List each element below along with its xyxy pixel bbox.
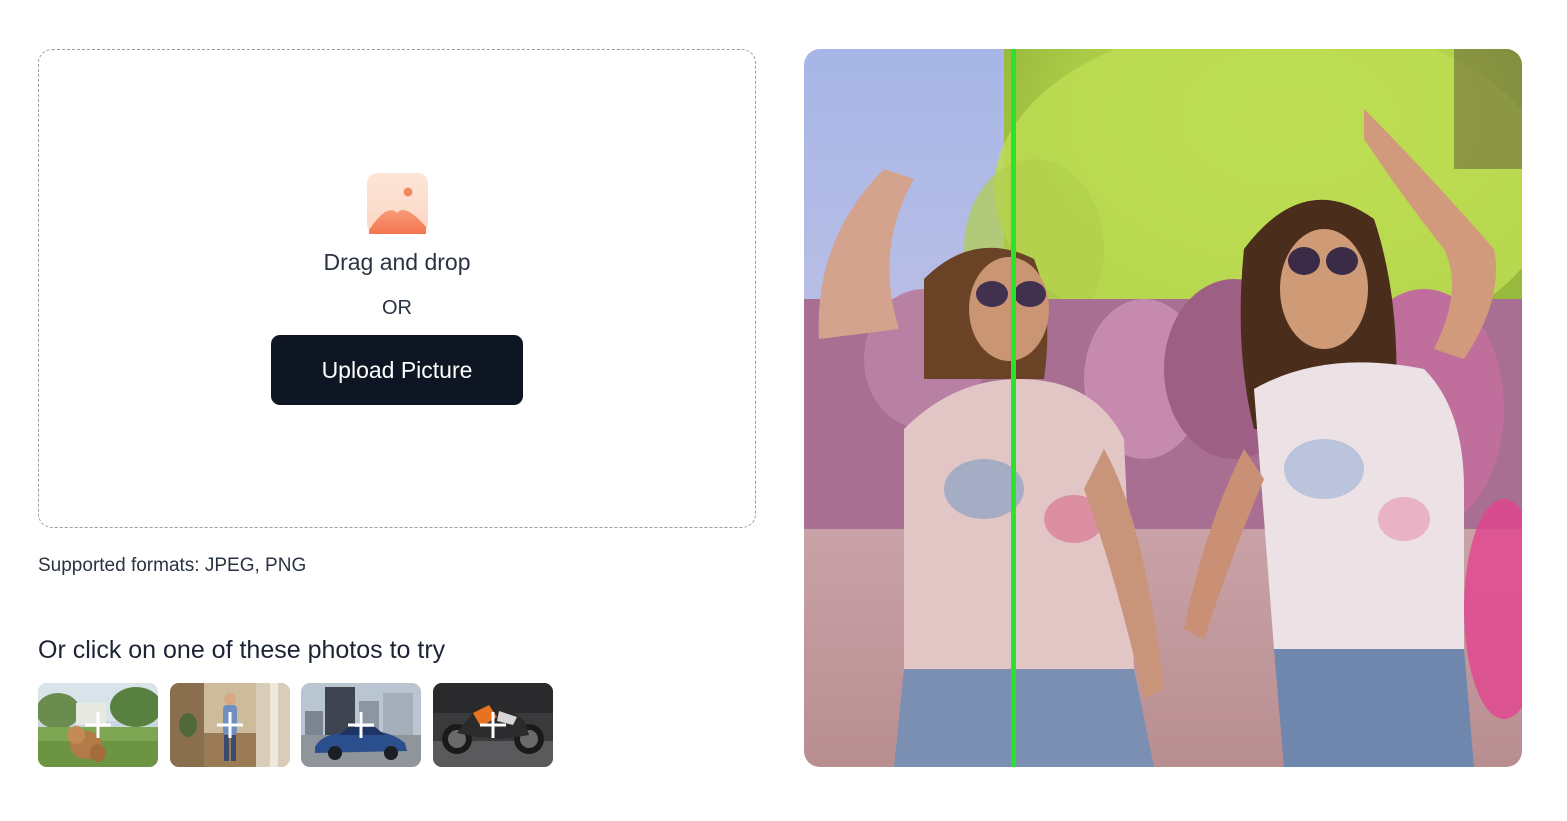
sample-photos-heading: Or click on one of these photos to try xyxy=(38,636,446,664)
sample-photo-person[interactable] xyxy=(170,683,290,767)
supported-formats-text: Supported formats: JPEG, PNG xyxy=(38,555,307,576)
plus-icon xyxy=(217,712,243,738)
sample-photo-motorcycle[interactable] xyxy=(433,683,553,767)
drag-and-drop-text: Drag and drop xyxy=(323,249,471,275)
plus-icon xyxy=(85,712,111,738)
upload-picture-button[interactable]: Upload Picture xyxy=(271,335,523,405)
sample-photo-dog[interactable] xyxy=(38,683,158,767)
plus-icon xyxy=(480,712,506,738)
plus-icon xyxy=(348,712,374,738)
preview-photo xyxy=(804,49,1522,767)
image-placeholder-icon xyxy=(367,173,428,234)
before-after-preview[interactable] xyxy=(804,49,1522,767)
comparison-slider-handle[interactable] xyxy=(1011,49,1016,767)
upload-dropzone[interactable]: Drag and drop OR Upload Picture xyxy=(38,49,756,528)
sample-photo-car[interactable] xyxy=(301,683,421,767)
or-separator: OR xyxy=(382,297,412,319)
